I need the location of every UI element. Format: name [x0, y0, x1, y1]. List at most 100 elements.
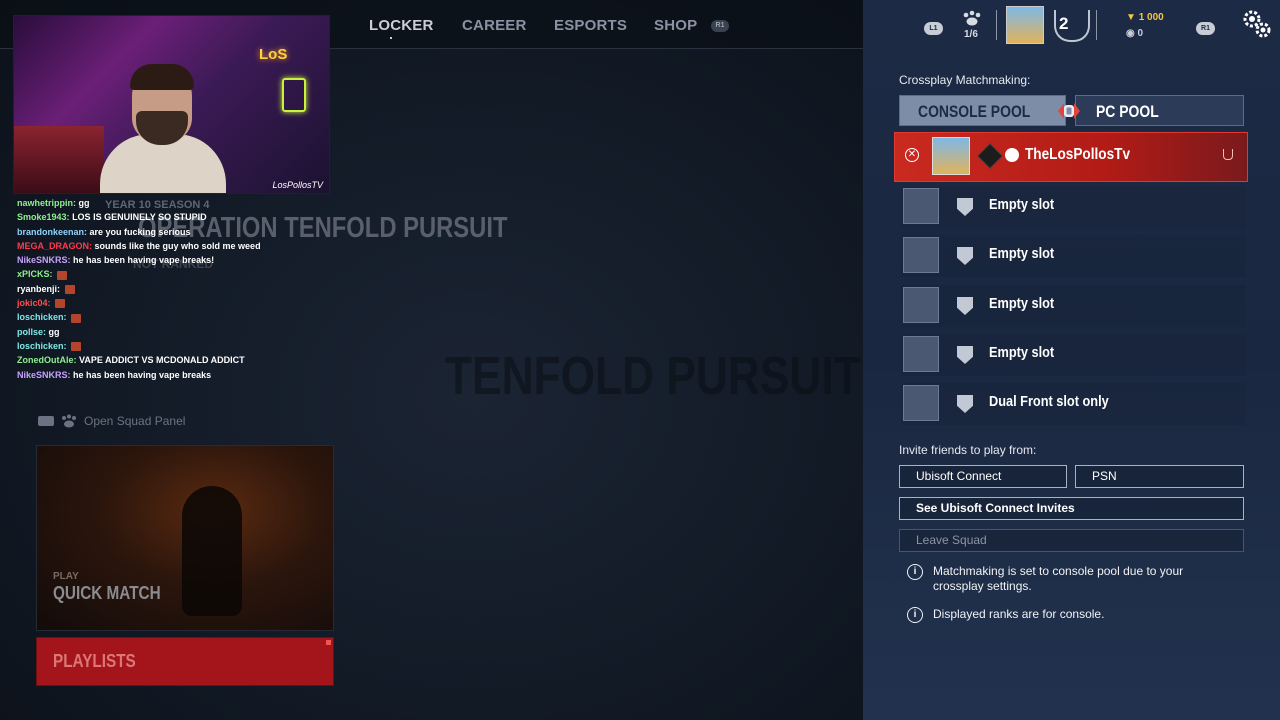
open-squad-label: Open Squad Panel	[84, 414, 186, 428]
pool-toggle-icon[interactable]	[1058, 101, 1080, 121]
info-icon: i	[907, 607, 923, 623]
chat-message: jokic04:	[17, 296, 337, 310]
rank-shield-icon	[957, 198, 973, 216]
r1-button-hint: R1	[1196, 22, 1215, 35]
remove-member-icon[interactable]: ✕	[905, 148, 919, 162]
chat-message: MEGA_DRAGON: sounds like the guy who sol…	[17, 239, 337, 253]
empty-slot[interactable]: Empty slot	[901, 285, 1246, 327]
active-nav-indicator	[390, 37, 392, 39]
rank-shield-icon	[957, 346, 973, 364]
squad-icon	[62, 414, 76, 428]
chat-username[interactable]: nawhetrippin:	[17, 198, 76, 208]
chat-message: ZonedOutAle: VAPE ADDICT VS MCDONALD ADD…	[17, 353, 337, 367]
quick-match-title: QUICK MATCH	[53, 583, 161, 603]
header-divider	[996, 10, 997, 40]
chat-message: loschicken:	[17, 310, 337, 324]
quick-match-sublabel: PLAY	[53, 571, 79, 582]
chat-username[interactable]: NikeSNKRS:	[17, 255, 71, 265]
chat-text: VAPE ADDICT VS MCDONALD ADDICT	[79, 355, 245, 366]
member-avatar	[932, 137, 970, 175]
console-pool-button[interactable]: CONSOLE POOL	[899, 95, 1066, 126]
nav-locker[interactable]: LOCKER	[369, 17, 434, 34]
squad-count: 1/6	[964, 29, 978, 40]
empty-slot[interactable]: Empty slot	[901, 186, 1246, 228]
chat-username[interactable]: jokic04:	[17, 298, 51, 308]
settings-gear-icon[interactable]	[1240, 7, 1274, 41]
dual-front-slot[interactable]: Dual Front slot only	[901, 383, 1246, 425]
chat-text: he has been having vape breaks	[73, 369, 212, 380]
chat-text: LOS IS GENUINELY SO STUPID	[72, 212, 207, 223]
keyboard-key-icon	[38, 416, 54, 426]
chat-username[interactable]: xPICKS:	[17, 269, 53, 279]
operator-silhouette	[182, 486, 242, 616]
chat-message: pollse: gg	[17, 325, 337, 339]
streamer-hair	[130, 64, 194, 90]
slot-label: Empty slot	[989, 196, 1055, 213]
credits-value: 1 000	[1138, 12, 1164, 23]
see-invites-button[interactable]: See Ubisoft Connect Invites	[899, 497, 1244, 520]
chat-username[interactable]: ZonedOutAle:	[17, 355, 77, 365]
nav-shop[interactable]: SHOP	[654, 17, 697, 34]
info-ranks-text: Displayed ranks are for console.	[933, 607, 1105, 621]
chat-message: loschicken:	[17, 339, 337, 353]
slot-label: Empty slot	[989, 344, 1055, 361]
slot-avatar-placeholder	[903, 237, 939, 273]
background-title: TENFOLD PURSUIT	[445, 346, 861, 406]
chat-username[interactable]: MEGA_DRAGON:	[17, 241, 92, 251]
webcam-watermark: LosPollosTV	[272, 180, 323, 190]
playlists-button[interactable]: PLAYLISTS	[36, 637, 334, 686]
nav-career[interactable]: CAREER	[462, 17, 527, 34]
slot-avatar-placeholder	[903, 287, 939, 323]
chat-username[interactable]: loschicken:	[17, 341, 67, 351]
squad-paw-icon	[963, 10, 981, 26]
quick-match-card[interactable]: PLAY QUICK MATCH	[36, 445, 334, 631]
open-squad-panel-hint[interactable]: Open Squad Panel	[38, 414, 185, 428]
empty-slot[interactable]: Empty slot	[901, 334, 1246, 376]
slot-label: Dual Front slot only	[989, 393, 1109, 410]
chat-username[interactable]: ryanbenji:	[17, 284, 60, 294]
empty-slot[interactable]: Empty slot	[901, 235, 1246, 277]
webcam-overlay: LoS LosPollosTV	[13, 15, 330, 194]
chat-message: NikeSNKRS: he has been having vape break…	[17, 368, 337, 382]
chat-message: NikeSNKRS: he has been having vape break…	[17, 253, 337, 267]
nav-esports[interactable]: ESPORTS	[554, 17, 627, 34]
squad-member-slot[interactable]: ✕ TheLosPollosTv	[894, 132, 1248, 182]
notification-dot	[326, 640, 331, 645]
squad-panel: L1 1/6 2 ▼ 1 000 ◉ 0 R1 Crossplay Matchm…	[863, 0, 1280, 720]
member-name: TheLosPollosTv	[1025, 146, 1131, 163]
chat-username[interactable]: brandonkeenan:	[17, 227, 87, 237]
chat-text: gg	[78, 198, 90, 208]
chat-message: nawhetrippin: gg	[17, 196, 337, 210]
chat-message: brandonkeenan: are you fucking serious	[17, 225, 337, 239]
stream-chat: nawhetrippin: gg Smoke1943: LOS IS GENUIN…	[17, 196, 337, 382]
rank-shield-icon	[957, 247, 973, 265]
neon-sign: LoS	[259, 46, 288, 63]
info-ranks: i Displayed ranks are for console.	[907, 607, 1197, 623]
leave-squad-button[interactable]: Leave Squad	[899, 529, 1244, 552]
slot-label: Empty slot	[989, 295, 1055, 312]
chat-username[interactable]: pollse:	[17, 327, 46, 337]
rank-badge-icon	[977, 143, 1003, 169]
console-pool-label: CONSOLE POOL	[918, 102, 1031, 121]
r6-credits: ▼ 1 000	[1126, 12, 1164, 23]
chat-emote-icon	[71, 342, 82, 352]
psn-button[interactable]: PSN	[1075, 465, 1244, 488]
player-avatar[interactable]	[1006, 6, 1044, 44]
playlists-label: PLAYLISTS	[53, 651, 136, 671]
chat-text: he has been having vape breaks!	[73, 255, 215, 266]
chat-message: Smoke1943: LOS IS GENUINELY SO STUPID	[17, 210, 337, 224]
pc-pool-button[interactable]: PC POOL	[1075, 95, 1244, 126]
l1-button-hint: L1	[924, 22, 943, 35]
rank-shield-icon	[957, 297, 973, 315]
chat-username[interactable]: NikeSNKRS:	[17, 370, 71, 380]
chat-username[interactable]: Smoke1943:	[17, 212, 70, 222]
chat-message: xPICKS:	[17, 267, 337, 281]
slot-avatar-placeholder	[903, 385, 939, 421]
playstation-icon	[1005, 148, 1019, 162]
renown-value: 0	[1137, 28, 1144, 39]
info-matchmaking: i Matchmaking is set to console pool due…	[907, 564, 1197, 594]
webcam-shelf	[14, 126, 104, 193]
chat-username[interactable]: loschicken:	[17, 312, 67, 322]
chat-text: are you fucking serious	[89, 226, 191, 237]
ubisoft-connect-button[interactable]: Ubisoft Connect	[899, 465, 1067, 488]
